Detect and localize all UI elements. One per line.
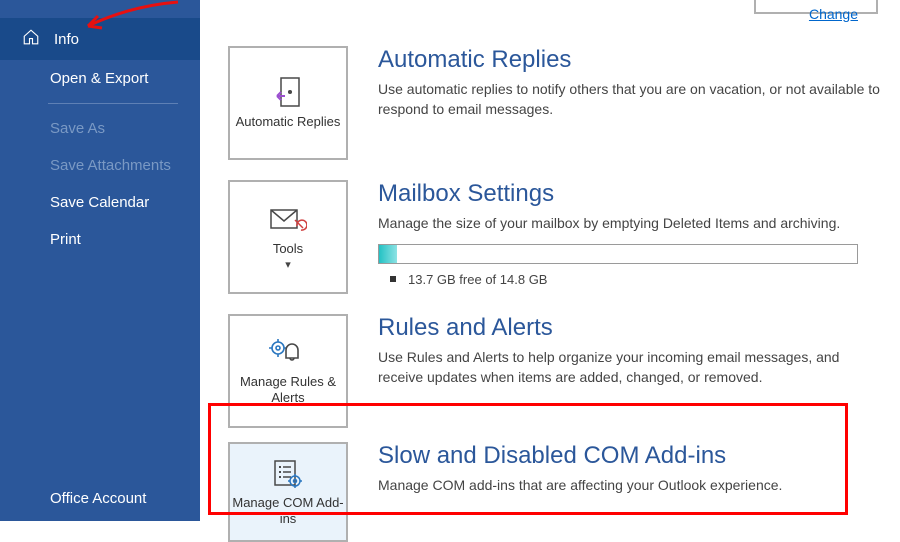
sidebar-item-save-as: Save As [0, 110, 200, 147]
tools-icon [268, 203, 308, 237]
storage-bar-fill [379, 245, 397, 263]
sidebar-label-info: Info [54, 31, 79, 48]
change-link[interactable]: Change [809, 6, 858, 22]
sidebar-item-print[interactable]: Print [0, 221, 200, 258]
sidebar: Info Open & Export Save As Save Attachme… [0, 0, 200, 521]
sidebar-label-office-account: Office Account [50, 490, 146, 507]
manage-rules-tile[interactable]: Manage Rules & Alerts [228, 314, 348, 428]
tools-tile[interactable]: Tools [228, 180, 348, 294]
com-addins-title: Slow and Disabled COM Add-ins [378, 442, 880, 470]
com-addins-desc: Manage COM add-ins that are affecting yo… [378, 476, 880, 496]
rules-alerts-title: Rules and Alerts [378, 314, 880, 342]
sidebar-label-open-export: Open & Export [50, 70, 148, 87]
main-content: Change Automatic Replies Automatic Repli… [200, 0, 900, 521]
sidebar-item-save-calendar[interactable]: Save Calendar [0, 184, 200, 221]
rules-alerts-icon [268, 336, 308, 370]
manage-rules-tile-label: Manage Rules & Alerts [230, 374, 346, 405]
com-addins-icon [268, 457, 308, 491]
storage-bar [378, 244, 858, 264]
manage-com-addins-tile-label: Manage COM Add-ins [230, 495, 346, 526]
mailbox-settings-desc: Manage the size of your mailbox by empty… [378, 214, 880, 234]
tools-tile-label: Tools [273, 241, 303, 257]
sidebar-item-info[interactable]: Info [0, 18, 200, 60]
sidebar-item-open-export[interactable]: Open & Export [0, 60, 200, 97]
automatic-replies-desc: Use automatic replies to notify others t… [378, 80, 880, 119]
automatic-replies-tile[interactable]: Automatic Replies [228, 46, 348, 160]
mailbox-settings-title: Mailbox Settings [378, 180, 880, 208]
rules-alerts-desc: Use Rules and Alerts to help organize yo… [378, 348, 880, 387]
automatic-replies-icon [268, 76, 308, 110]
sidebar-label-save-attachments: Save Attachments [50, 157, 171, 174]
home-icon [22, 28, 40, 50]
sidebar-item-save-attachments: Save Attachments [0, 147, 200, 184]
sidebar-separator [48, 103, 178, 104]
automatic-replies-tile-label: Automatic Replies [236, 114, 341, 130]
sidebar-item-office-account[interactable]: Office Account [0, 476, 200, 521]
automatic-replies-title: Automatic Replies [378, 46, 880, 74]
sidebar-label-save-calendar: Save Calendar [50, 194, 149, 211]
storage-text: 13.7 GB free of 14.8 GB [378, 272, 880, 287]
sidebar-label-save-as: Save As [50, 120, 105, 137]
manage-com-addins-tile[interactable]: Manage COM Add-ins [228, 442, 348, 542]
chevron-down-icon [285, 258, 291, 271]
sidebar-label-print: Print [50, 231, 81, 248]
